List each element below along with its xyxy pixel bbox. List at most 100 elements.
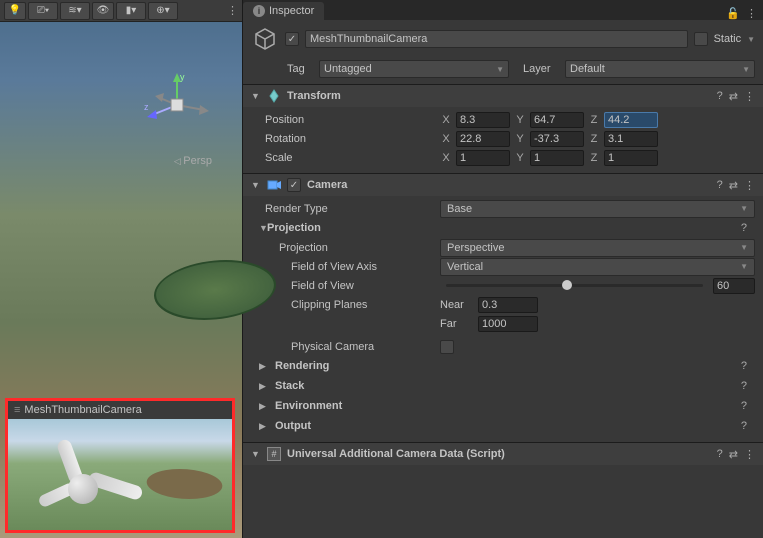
help-icon[interactable]: ?: [741, 380, 747, 392]
scale-label: Scale: [251, 152, 436, 164]
scale-y-input[interactable]: [530, 150, 584, 166]
tag-label: Tag: [287, 63, 313, 75]
perspective-label[interactable]: ◁ Persp: [174, 155, 212, 167]
menu-icon[interactable]: ⋮: [746, 7, 757, 20]
menu-icon[interactable]: ⋮: [744, 90, 755, 103]
tab-inspector[interactable]: i Inspector: [243, 2, 324, 20]
help-icon[interactable]: ?: [741, 360, 747, 372]
far-label: Far: [440, 318, 474, 330]
camera-preview[interactable]: ≡ MeshThumbnailCamera: [5, 398, 235, 533]
scene-view[interactable]: 💡 ⎚▾ ≋▾ 👁 ▮▾ ⊕▾ ⋮ y z ◁ Persp ≡ MeshThum: [0, 0, 243, 538]
scene-toolbar: 💡 ⎚▾ ≋▾ 👁 ▮▾ ⊕▾ ⋮: [0, 0, 242, 22]
layer-label: Layer: [523, 63, 559, 75]
camera-component: ▼ ✓ Camera ? ⇄ ⋮ Render Type Base▼ ▼ Pro…: [243, 173, 763, 442]
camera-dropdown[interactable]: ▮▾: [116, 2, 146, 20]
position-z-input[interactable]: [604, 112, 658, 128]
urp-header[interactable]: ▼ # Universal Additional Camera Data (Sc…: [243, 443, 763, 465]
help-icon[interactable]: ?: [717, 448, 723, 461]
help-icon[interactable]: ?: [741, 222, 747, 234]
foldout-icon[interactable]: ▼: [251, 223, 261, 233]
svg-text:y: y: [180, 72, 185, 82]
camera-icon: [267, 179, 281, 191]
toolbar-dropdown-1[interactable]: ⎚▾: [28, 2, 58, 20]
near-input[interactable]: [478, 297, 538, 313]
render-type-dropdown[interactable]: Base▼: [440, 200, 755, 218]
gizmo-dropdown[interactable]: ⊕▾: [148, 2, 178, 20]
stack-section[interactable]: ▶ Stack ?: [251, 376, 755, 396]
near-label: Near: [440, 299, 474, 311]
gameobject-header: ✓ Static ▼: [243, 20, 763, 58]
physical-camera-label: Physical Camera: [251, 341, 436, 353]
drag-icon: ≡: [14, 404, 20, 416]
far-input[interactable]: [478, 316, 538, 332]
camera-enabled-checkbox[interactable]: ✓: [287, 178, 301, 192]
static-label: Static: [714, 33, 742, 45]
fov-slider[interactable]: [446, 284, 703, 287]
rotation-label: Rotation: [251, 133, 436, 145]
fov-axis-dropdown[interactable]: Vertical▼: [440, 258, 755, 276]
physical-camera-checkbox[interactable]: [440, 340, 454, 354]
foldout-icon: ▼: [251, 91, 261, 101]
urp-title: Universal Additional Camera Data (Script…: [287, 448, 711, 460]
render-type-label: Render Type: [251, 203, 436, 215]
static-dropdown-arrow[interactable]: ▼: [747, 35, 755, 44]
output-section[interactable]: ▶ Output ?: [251, 416, 755, 436]
scale-z-input[interactable]: [604, 150, 658, 166]
camera-preview-header[interactable]: ≡ MeshThumbnailCamera: [8, 401, 232, 419]
layer-dropdown[interactable]: Default▼: [565, 60, 755, 78]
lighting-icon[interactable]: 💡: [4, 2, 26, 20]
toolbar-dropdown-2[interactable]: ≋▾: [60, 2, 90, 20]
menu-icon[interactable]: ⋮: [744, 179, 755, 192]
preset-icon[interactable]: ⇄: [729, 448, 738, 461]
scale-x-input[interactable]: [456, 150, 510, 166]
fov-axis-label: Field of View Axis: [251, 261, 436, 273]
tag-layer-row: Tag Untagged▼ Layer Default▼: [243, 58, 763, 84]
camera-preview-title: MeshThumbnailCamera: [24, 404, 141, 416]
position-y-input[interactable]: [530, 112, 584, 128]
help-icon[interactable]: ?: [741, 420, 747, 432]
foldout-icon: ▼: [251, 449, 261, 459]
transform-title: Transform: [287, 90, 711, 102]
projection-section-title: Projection: [267, 222, 735, 234]
preset-icon[interactable]: ⇄: [729, 179, 738, 192]
lock-icon[interactable]: 🔓: [726, 7, 740, 20]
gameobject-icon[interactable]: [251, 25, 279, 53]
help-icon[interactable]: ?: [717, 90, 723, 103]
preset-icon[interactable]: ⇄: [729, 90, 738, 103]
tab-label: Inspector: [269, 5, 314, 17]
rotation-x-input[interactable]: [456, 131, 510, 147]
position-x-input[interactable]: [456, 112, 510, 128]
projection-label: Projection: [251, 242, 436, 254]
transform-header[interactable]: ▼ Transform ? ⇄ ⋮: [243, 85, 763, 107]
rendering-section[interactable]: ▶ Rendering ?: [251, 356, 755, 376]
foldout-icon: ▼: [251, 180, 261, 190]
urp-component: ▼ # Universal Additional Camera Data (Sc…: [243, 442, 763, 465]
static-checkbox[interactable]: [694, 32, 708, 46]
camera-header[interactable]: ▼ ✓ Camera ? ⇄ ⋮: [243, 174, 763, 196]
environment-section[interactable]: ▶ Environment ?: [251, 396, 755, 416]
projection-dropdown[interactable]: Perspective▼: [440, 239, 755, 257]
fov-input[interactable]: [713, 278, 755, 294]
rotation-z-input[interactable]: [604, 131, 658, 147]
tab-bar: i Inspector 🔓 ⋮: [243, 0, 763, 20]
menu-icon[interactable]: ⋮: [744, 448, 755, 461]
visibility-icon[interactable]: 👁: [92, 2, 114, 20]
inspector-panel: i Inspector 🔓 ⋮ ✓ Static ▼ Tag Untagged▼…: [243, 0, 763, 538]
tag-dropdown[interactable]: Untagged▼: [319, 60, 509, 78]
rotation-y-input[interactable]: [530, 131, 584, 147]
transform-component: ▼ Transform ? ⇄ ⋮ Position X Y Z Ro: [243, 84, 763, 173]
transform-icon: [267, 89, 281, 103]
fov-label: Field of View: [251, 280, 436, 292]
svg-text:z: z: [144, 102, 149, 112]
script-icon: #: [267, 447, 281, 461]
position-label: Position: [251, 114, 436, 126]
gameobject-name-input[interactable]: [305, 30, 688, 48]
camera-title: Camera: [307, 179, 711, 191]
orientation-gizmo[interactable]: y z: [142, 70, 212, 140]
info-icon: i: [253, 5, 265, 17]
active-checkbox[interactable]: ✓: [285, 32, 299, 46]
menu-icon[interactable]: ⋮: [227, 4, 238, 17]
clipping-label: Clipping Planes: [251, 299, 436, 311]
help-icon[interactable]: ?: [741, 400, 747, 412]
help-icon[interactable]: ?: [717, 179, 723, 192]
